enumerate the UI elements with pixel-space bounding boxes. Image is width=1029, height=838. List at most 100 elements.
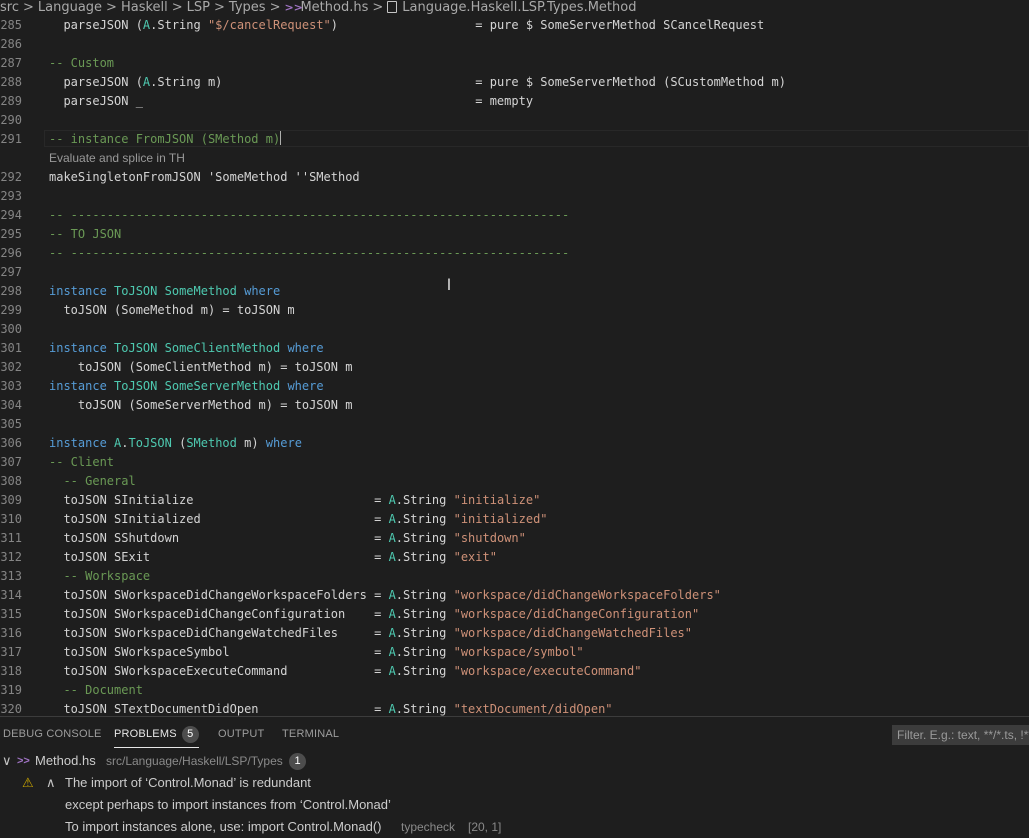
code-line[interactable]: 320 toJSON STextDocumentDidOpen = A.Stri… <box>0 700 1029 716</box>
code-line[interactable]: 314 toJSON SWorkspaceDidChangeWorkspaceF… <box>0 586 1029 605</box>
module-icon <box>387 1 398 13</box>
problem-detail-1: except perhaps to import instances from … <box>65 797 391 812</box>
code-text: parseJSON (A.String "$/cancelRequest") =… <box>49 18 765 32</box>
code-line[interactable]: 309 toJSON SInitialize = A.String "initi… <box>0 491 1029 510</box>
code-line[interactable]: 316 toJSON SWorkspaceDidChangeWatchedFil… <box>0 624 1029 643</box>
code-line[interactable]: 291 -- instance FromJSON (SMethod m) <box>0 130 1029 149</box>
bottom-panel: DEBUG CONSOLE PROBLEMS 5 OUTPUT TERMINAL … <box>0 716 1029 834</box>
code-line[interactable]: 298 instance ToJSON SomeMethod where <box>0 282 1029 301</box>
line-number: 288 <box>0 75 22 89</box>
line-number: 295 <box>0 227 22 241</box>
code-line[interactable]: 287 -- Custom <box>0 54 1029 73</box>
code-line[interactable]: 310 toJSON SInitialized = A.String "init… <box>0 510 1029 529</box>
code-text: -- Custom <box>49 56 115 70</box>
line-number: 319 <box>0 683 22 697</box>
tab-terminal[interactable]: TERMINAL <box>282 717 339 752</box>
breadcrumb-item-lsp[interactable]: LSP <box>187 0 210 16</box>
line-number: 313 <box>0 569 22 583</box>
warning-icon: ⚠ <box>22 775 34 790</box>
line-number: 317 <box>0 645 22 659</box>
tab-problems-label: PROBLEMS <box>114 728 177 740</box>
code-line[interactable]: 317 toJSON SWorkspaceSymbol = A.String "… <box>0 643 1029 662</box>
code-line[interactable]: 306 instance A.ToJSON (SMethod m) where <box>0 434 1029 453</box>
tab-debug-console[interactable]: DEBUG CONSOLE <box>3 717 102 752</box>
line-number: 292 <box>0 170 22 184</box>
line-number: 297 <box>0 265 22 279</box>
code-line[interactable]: 292 makeSingletonFromJSON 'SomeMethod ''S… <box>0 168 1029 187</box>
problem-item[interactable]: ⚠ ∧ The import of ‘Control.Monad’ is red… <box>0 772 1029 794</box>
code-line[interactable]: 302 toJSON (SomeClientMethod m) = toJSON… <box>0 358 1029 377</box>
code-line[interactable]: 304 toJSON (SomeServerMethod m) = toJSON… <box>0 396 1029 415</box>
line-number: 314 <box>0 588 22 602</box>
code-line[interactable]: 294 -- ----------------------------------… <box>0 206 1029 225</box>
chevron-down-icon[interactable]: ∨ <box>2 750 12 772</box>
line-number: 298 <box>0 284 22 298</box>
code-text: instance ToJSON SomeClientMethod where <box>49 341 324 355</box>
line-number: 291 <box>0 132 22 146</box>
line-number: 305 <box>0 417 22 431</box>
code-line[interactable]: 312 toJSON SExit = A.String "exit" <box>0 548 1029 567</box>
code-text: toJSON (SomeMethod m) = toJSON m <box>49 303 295 317</box>
breadcrumb-item-module[interactable]: Language.Haskell.LSP.Types.Method <box>402 0 636 16</box>
code-text: toJSON SExit = A.String "exit" <box>49 550 497 564</box>
code-line[interactable]: 311 toJSON SShutdown = A.String "shutdow… <box>0 529 1029 548</box>
code-line[interactable]: 299 toJSON (SomeMethod m) = toJSON m <box>0 301 1029 320</box>
code-line[interactable]: 293 <box>0 187 1029 206</box>
code-line[interactable]: 315 toJSON SWorkspaceDidChangeConfigurat… <box>0 605 1029 624</box>
code-editor[interactable]: 285 parseJSON (A.String "$/cancelRequest… <box>0 16 1029 716</box>
chevron-up-icon[interactable]: ∧ <box>46 772 56 794</box>
text-cursor-icon: I <box>446 275 452 294</box>
code-line[interactable]: 290 <box>0 111 1029 130</box>
line-number: 301 <box>0 341 22 355</box>
code-line[interactable]: 295 -- TO JSON <box>0 225 1029 244</box>
line-number: 308 <box>0 474 22 488</box>
code-line[interactable]: 296 -- ----------------------------------… <box>0 244 1029 263</box>
code-line[interactable]: 319 -- Document <box>0 681 1029 700</box>
line-number: 293 <box>0 189 22 203</box>
code-line[interactable]: 300 <box>0 320 1029 339</box>
breadcrumb-item-language[interactable]: Language <box>38 0 102 16</box>
problem-position: [20, 1] <box>468 820 502 834</box>
breadcrumb-item-haskell[interactable]: Haskell <box>121 0 168 16</box>
code-text: toJSON SInitialized = A.String "initiali… <box>49 512 548 526</box>
code-line[interactable]: 303 instance ToJSON SomeServerMethod wher… <box>0 377 1029 396</box>
code-line[interactable]: 305 <box>0 415 1029 434</box>
breadcrumb-item-src[interactable]: src <box>0 0 19 16</box>
code-line[interactable]: 288 parseJSON (A.String m) = pure $ Some… <box>0 73 1029 92</box>
tab-output[interactable]: OUTPUT <box>218 717 264 752</box>
code-line[interactable]: 297 <box>0 263 1029 282</box>
code-line[interactable]: 318 toJSON SWorkspaceExecuteCommand = A.… <box>0 662 1029 681</box>
breadcrumb-item-types[interactable]: Types <box>229 0 266 16</box>
code-line[interactable]: 285 parseJSON (A.String "$/cancelRequest… <box>0 16 1029 35</box>
problems-filter-input[interactable]: Filter. E.g.: text, **/*.ts, !**/node_mo… <box>892 725 1029 745</box>
code-text: -- instance FromJSON (SMethod m) <box>49 131 282 146</box>
code-text: toJSON (SomeServerMethod m) = toJSON m <box>49 398 353 412</box>
code-text: toJSON SWorkspaceExecuteCommand = A.Stri… <box>49 664 642 678</box>
line-number: 306 <box>0 436 22 450</box>
tab-problems[interactable]: PROBLEMS 5 <box>114 717 199 752</box>
chevron-right-icon: > <box>269 0 281 15</box>
line-number: 294 <box>0 208 22 222</box>
line-number: 312 <box>0 550 22 564</box>
line-number: 296 <box>0 246 22 260</box>
code-line[interactable]: 308 -- General <box>0 472 1029 491</box>
problems-count-badge: 5 <box>181 726 199 743</box>
code-text: -- General <box>63 474 136 488</box>
chevron-right-icon: > <box>372 0 384 15</box>
problem-file-row[interactable]: ∨ >> Method.hs src/Language/Haskell/LSP/… <box>0 750 1029 772</box>
codelens-evaluate-splice[interactable]: Evaluate and splice in TH <box>49 149 185 168</box>
breadcrumb-item-file[interactable]: Method.hs <box>300 0 368 16</box>
code-line[interactable]: 289 parseJSON _ = mempty <box>0 92 1029 111</box>
problem-source: typecheck <box>401 820 456 834</box>
problem-detail-row: To import instances alone, use: import C… <box>0 816 1029 838</box>
code-line[interactable]: 307 -- Client <box>0 453 1029 472</box>
code-line[interactable]: 301 instance ToJSON SomeClientMethod wher… <box>0 339 1029 358</box>
code-line[interactable]: 313 -- Workspace <box>0 567 1029 586</box>
haskell-file-icon: >> <box>17 755 30 767</box>
code-line[interactable]: 286 <box>0 35 1029 54</box>
line-number: 290 <box>0 113 22 127</box>
code-text: toJSON SWorkspaceDidChangeWorkspaceFolde… <box>49 588 721 602</box>
line-number: 311 <box>0 531 22 545</box>
code-text: toJSON SInitialize = A.String "initializ… <box>49 493 541 507</box>
line-number: 299 <box>0 303 22 317</box>
